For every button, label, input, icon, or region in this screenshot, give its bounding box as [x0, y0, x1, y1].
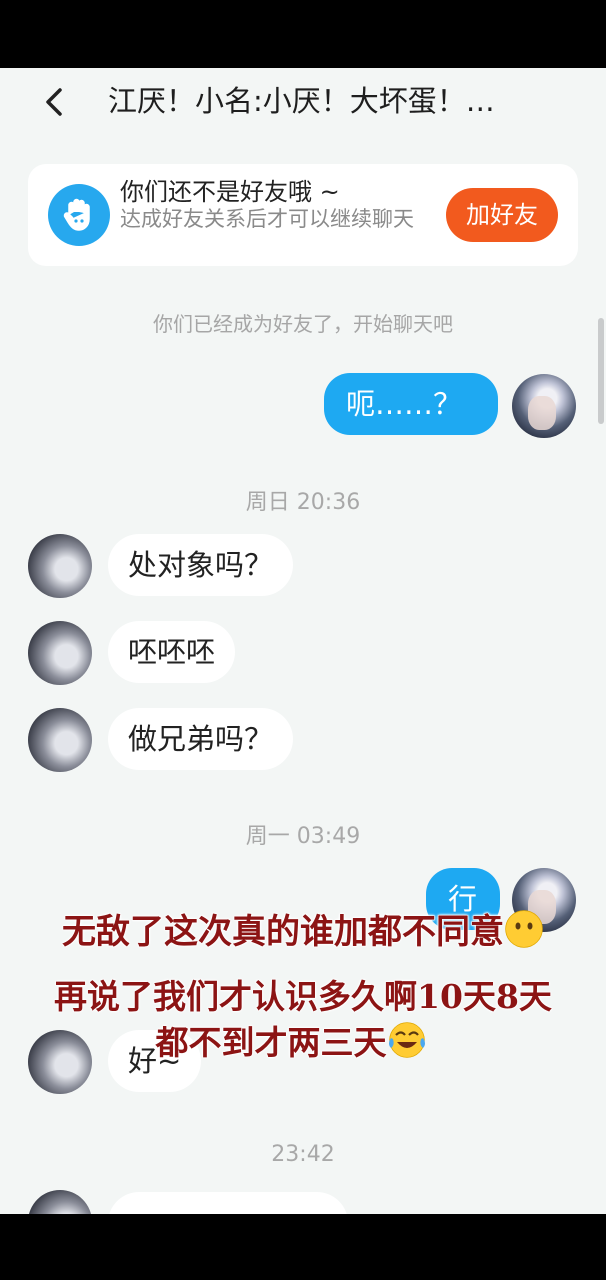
caption-line-1: 无敌了这次真的谁加都不同意 [0, 904, 606, 953]
tears-of-joy-emoji-icon [388, 1022, 425, 1058]
neutral-face-emoji-icon [505, 910, 543, 948]
back-arrow-icon [46, 88, 62, 116]
caption-text: 都不到才两三天 [155, 1023, 387, 1063]
top-bar: 江厌！小名:小厌！大坏蛋！… [0, 68, 606, 134]
timestamp: 23:42 [271, 1142, 335, 1167]
scrollbar[interactable] [598, 318, 604, 424]
contact-avatar[interactable] [28, 621, 92, 685]
contact-avatar[interactable] [28, 708, 92, 772]
message-bubble-out[interactable]: 呃……？ [324, 373, 498, 435]
add-friend-button[interactable]: 加好友 [446, 188, 558, 242]
friend-request-banner: 你们还不是好友哦 ~ 达成好友关系后才可以继续聊天 加好友 [28, 164, 578, 266]
system-notice: 你们已经成为好友了，开始聊天吧 [153, 312, 453, 336]
contact-avatar[interactable] [28, 1190, 92, 1214]
caption-line-2: 再说了我们才认识多久啊10天8天 [54, 977, 553, 1017]
contact-avatar[interactable] [28, 534, 92, 598]
message-bubble-in[interactable]: 做兄弟吗？ [108, 708, 294, 770]
back-button[interactable] [36, 82, 76, 122]
chat-title[interactable]: 江厌！小名:小厌！大坏蛋！… [108, 78, 495, 120]
caption-text: 无敌了这次真的谁加都不同意 [62, 912, 505, 953]
timestamp: 周日 20:36 [245, 490, 361, 515]
banner-title: 你们还不是好友哦 ~ [120, 178, 340, 206]
hand-wave-icon [48, 184, 110, 246]
message-bubble-in-partial[interactable] [108, 1192, 348, 1214]
message-bubble-in[interactable]: 处对象吗？ [108, 534, 294, 596]
my-avatar[interactable] [512, 374, 576, 438]
banner-subtitle: 达成好友关系后才可以继续聊天 [120, 207, 414, 231]
bottom-bar [0, 1214, 606, 1280]
timestamp: 周一 03:49 [245, 824, 361, 849]
caption-line-3: 都不到才两三天 [0, 1016, 606, 1064]
message-bubble-in[interactable]: 呸呸呸 [108, 621, 236, 683]
